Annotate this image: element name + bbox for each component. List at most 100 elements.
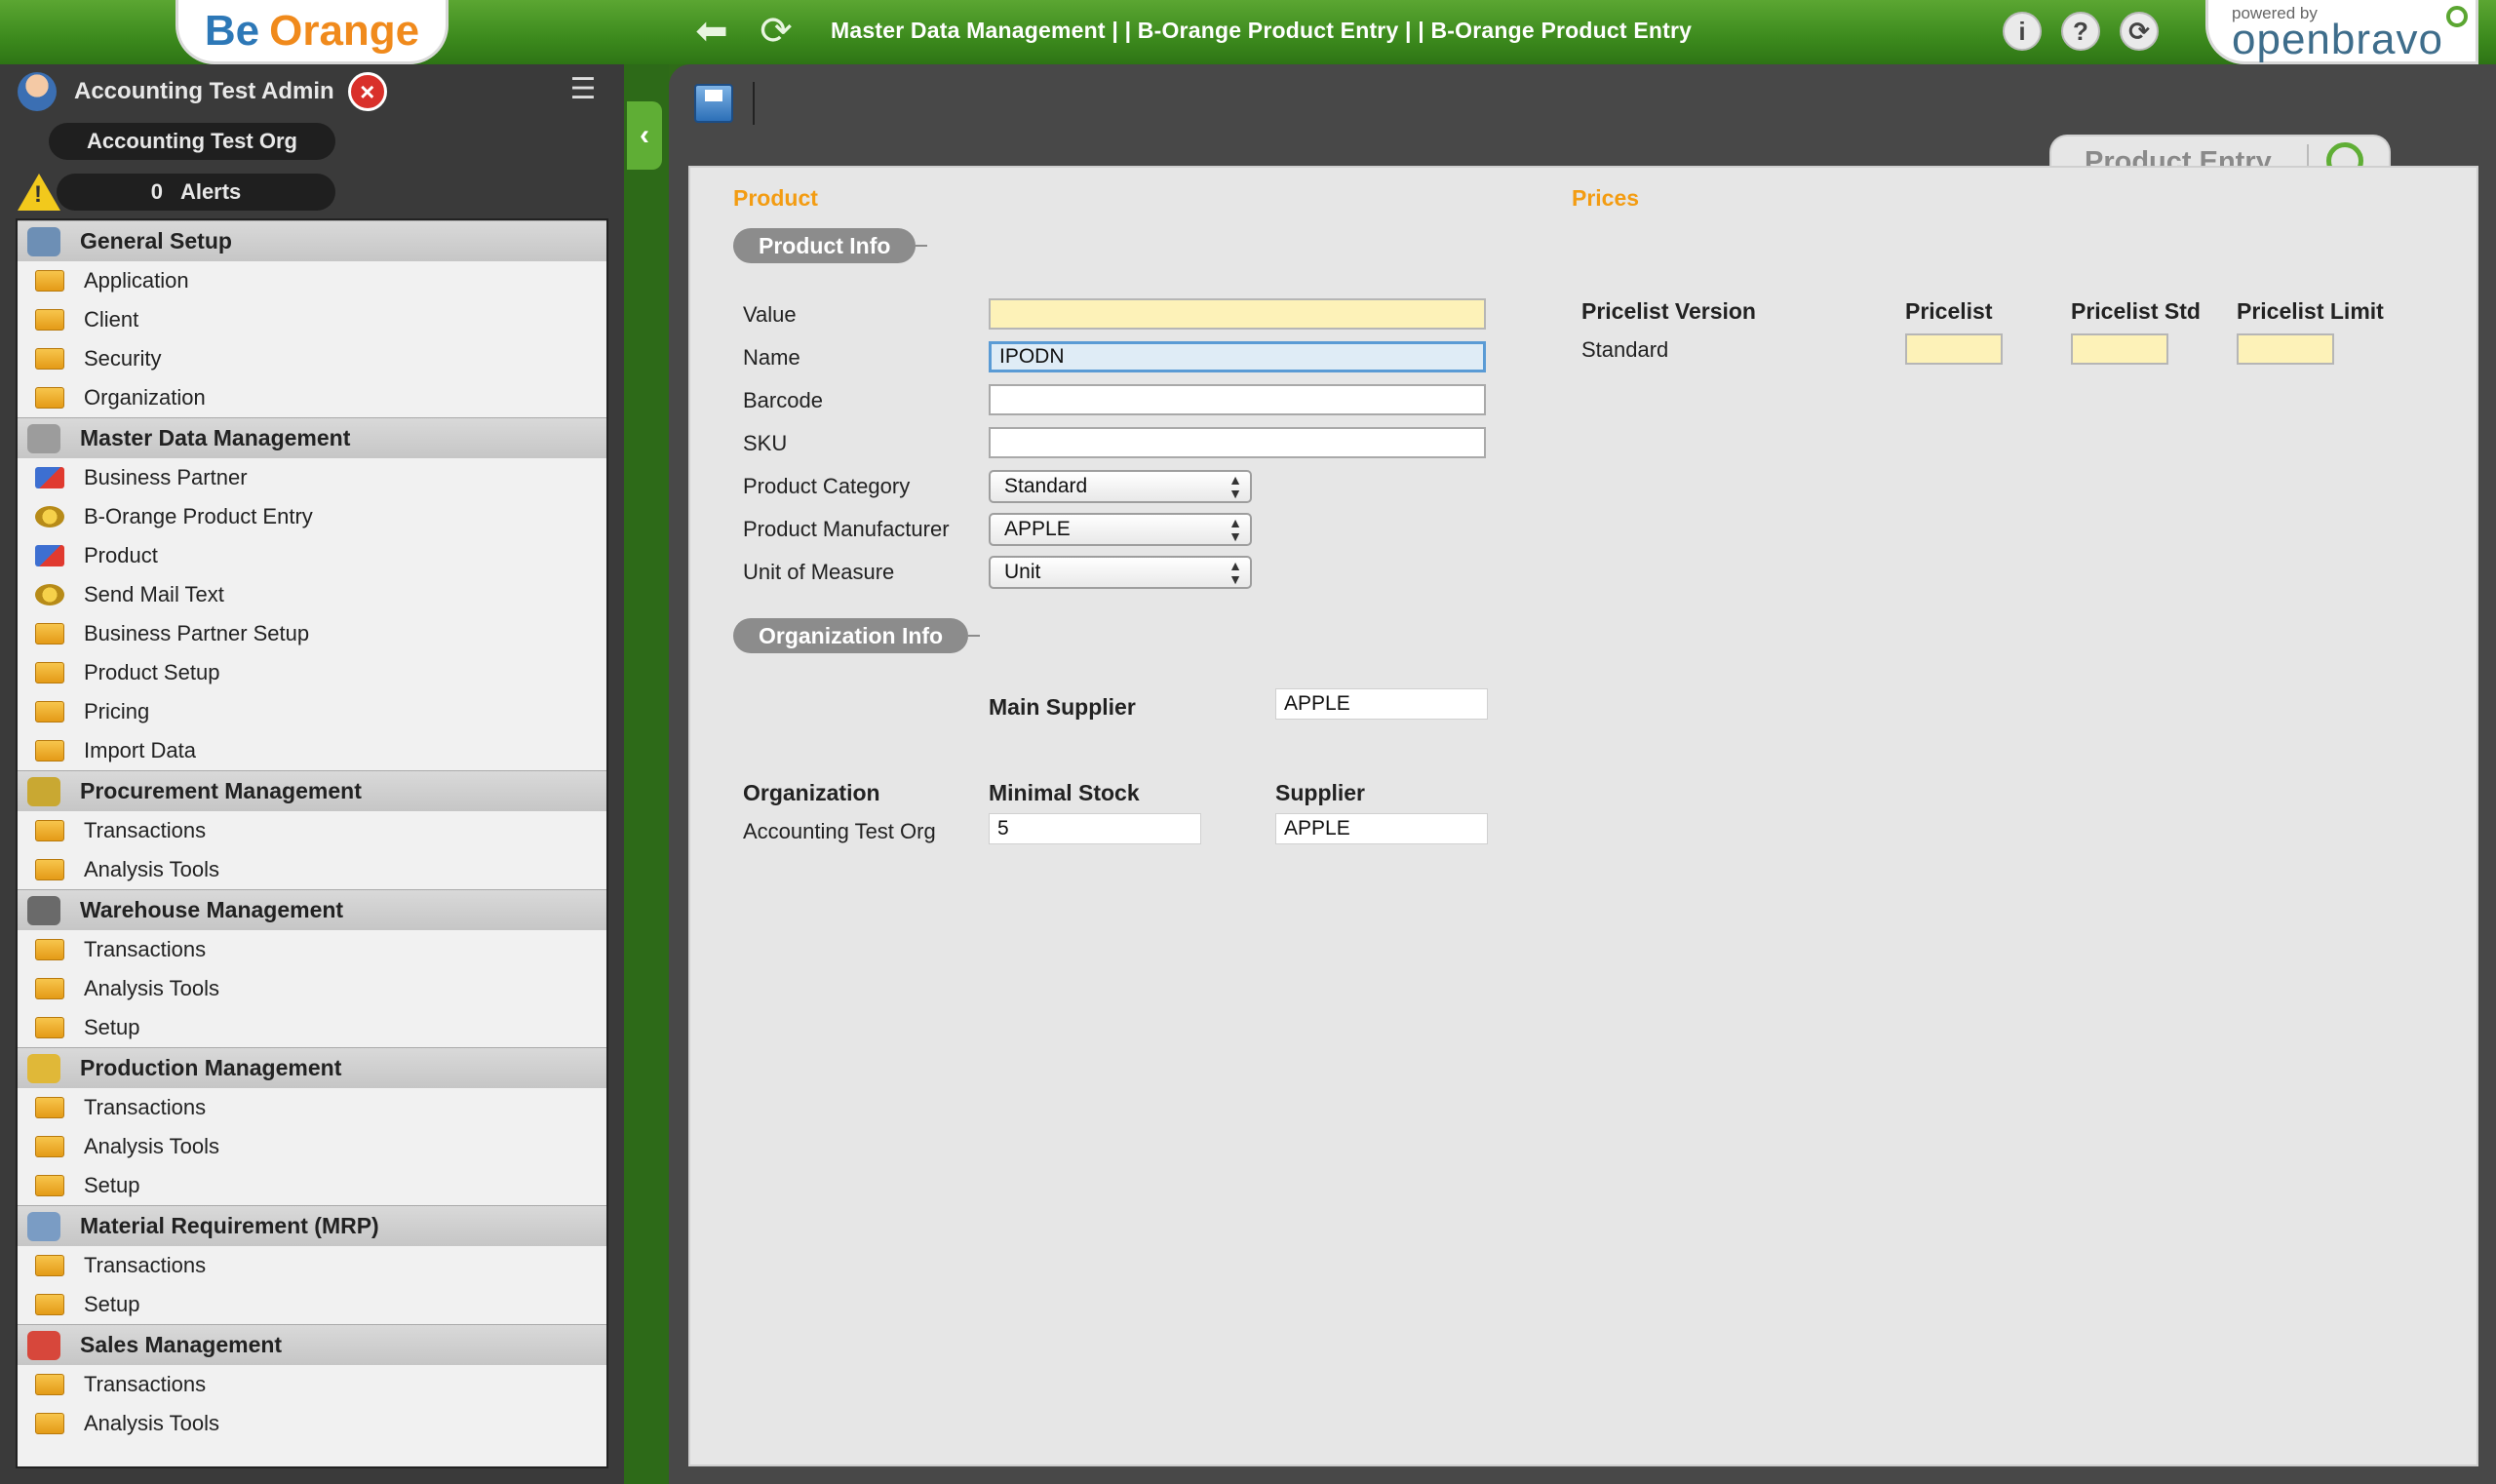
menu-section[interactable]: Warehouse Management [18, 889, 606, 930]
menu-item[interactable]: Analysis Tools [18, 1127, 606, 1166]
menu-item-label: Setup [84, 1173, 140, 1197]
menu-item-label: Product Setup [84, 660, 220, 684]
pricelist-std-input[interactable] [2071, 333, 2168, 365]
menu-item-label: Transactions [84, 1095, 207, 1119]
collapse-panel-chevron-icon[interactable]: ‹ [627, 101, 662, 170]
folder-icon [35, 1294, 64, 1315]
menu-item[interactable]: Security [18, 339, 606, 378]
menu-item[interactable]: Analysis Tools [18, 969, 606, 1008]
pricelist-limit-input[interactable] [2237, 333, 2334, 365]
refresh-application-icon[interactable]: ⟳ [2120, 12, 2159, 51]
folder-icon [35, 939, 64, 960]
back-arrow-icon[interactable]: ⬅ [688, 8, 735, 55]
menu-item[interactable]: Setup [18, 1285, 606, 1324]
folder-icon [35, 859, 64, 880]
menu-item[interactable]: Product [18, 536, 606, 575]
menu-item[interactable]: Business Partner Setup [18, 614, 606, 653]
toolbar-divider [753, 82, 755, 125]
barcode-input[interactable] [989, 384, 1486, 415]
menu-item[interactable]: Analysis Tools [18, 850, 606, 889]
logout-icon[interactable]: × [347, 72, 387, 111]
save-icon[interactable] [694, 84, 733, 123]
menu-item[interactable]: Transactions [18, 1088, 606, 1127]
menu-item[interactable]: Pricing [18, 692, 606, 731]
menu-item[interactable]: Setup [18, 1008, 606, 1047]
menu-item[interactable]: Import Data [18, 731, 606, 770]
collapse-menu-icon[interactable]: ☰ [564, 72, 603, 111]
value-input[interactable] [989, 298, 1486, 330]
folder-icon [35, 348, 64, 370]
product-info-section[interactable]: Product Info [733, 228, 928, 263]
folder-icon [35, 387, 64, 409]
barcode-label: Barcode [743, 388, 823, 412]
product-manufacturer-label: Product Manufacturer [743, 517, 950, 541]
menu-section[interactable]: Material Requirement (MRP) [18, 1205, 606, 1246]
menu-item-label: Pricing [84, 699, 150, 723]
menu-section[interactable]: General Setup [18, 220, 606, 261]
org-pill[interactable]: Accounting Test Org [49, 123, 335, 160]
openbravo-logo[interactable]: powered by openbravo [2205, 0, 2478, 64]
select-arrows-icon: ▲ ▼ [1228, 472, 1242, 501]
name-input[interactable] [989, 341, 1486, 372]
menu-item[interactable]: Transactions [18, 1365, 606, 1404]
folder-icon [35, 820, 64, 841]
menu-item-label: Client [84, 307, 139, 332]
folder-icon [35, 1374, 64, 1395]
organization-value: Accounting Test Org [743, 819, 936, 843]
supplier-input[interactable] [1275, 813, 1488, 844]
pricelist-version-value: Standard [1581, 337, 1669, 362]
menu-item-label: Business Partner Setup [84, 621, 310, 645]
pricelist-input[interactable] [1905, 333, 2003, 365]
menu-item-label: Transactions [84, 1372, 207, 1396]
minimal-stock-input[interactable] [989, 813, 1201, 844]
menu-section[interactable]: Production Management [18, 1047, 606, 1088]
be-orange-logo[interactable]: Be Orange [176, 0, 448, 64]
menu-section-label: Procurement Management [80, 778, 362, 803]
menu-item[interactable]: Application [18, 261, 606, 300]
alerts-pill[interactable]: 0 Alerts [57, 174, 335, 211]
menu-item-label: Analysis Tools [84, 976, 219, 1000]
folder-icon [35, 623, 64, 644]
menu-item[interactable]: Transactions [18, 930, 606, 969]
info-icon[interactable]: i [2003, 12, 2042, 51]
menu-item-label: Business Partner [84, 465, 248, 489]
menu-item-label: Organization [84, 385, 206, 410]
user-name[interactable]: Accounting Test Admin [74, 78, 334, 105]
menu-section-label: Sales Management [80, 1332, 283, 1357]
menu-item[interactable]: Product Setup [18, 653, 606, 692]
alerts-label: Alerts [179, 179, 242, 204]
menu-item[interactable]: Setup [18, 1166, 606, 1205]
folder-icon [35, 662, 64, 683]
menu-item[interactable]: Transactions [18, 1246, 606, 1285]
organization-info-section[interactable]: Organization Info [733, 618, 981, 653]
product-category-select[interactable]: Standard ▲ ▼ [989, 470, 1252, 503]
unit-of-measure-select[interactable]: Unit ▲ ▼ [989, 556, 1252, 589]
menu-item-label: Product [84, 543, 158, 567]
unit-of-measure-value: Unit [1004, 561, 1041, 583]
select-arrows-icon: ▲ ▼ [1228, 515, 1242, 544]
menu-section[interactable]: Procurement Management [18, 770, 606, 811]
select-arrows-icon: ▲ ▼ [1228, 558, 1242, 587]
user-avatar-icon [18, 72, 57, 111]
help-icon[interactable]: ? [2061, 12, 2100, 51]
logo-text-be: Be [204, 6, 260, 55]
refresh-icon[interactable]: ⟳ [753, 8, 800, 55]
menu-section-label: Material Requirement (MRP) [80, 1213, 379, 1238]
menu-item[interactable]: Send Mail Text [18, 575, 606, 614]
top-bar: Be Orange ⬅ ⟳ Master Data Management | |… [0, 0, 2496, 64]
sku-input[interactable] [989, 427, 1486, 458]
splitter[interactable] [624, 64, 669, 1484]
menu-item[interactable]: Analysis Tools [18, 1404, 606, 1443]
main-supplier-input[interactable] [1275, 688, 1488, 720]
menu-item[interactable]: Organization [18, 378, 606, 417]
menu-section[interactable]: Sales Management [18, 1324, 606, 1365]
product-manufacturer-select[interactable]: APPLE ▲ ▼ [989, 513, 1252, 546]
menu-item[interactable]: B-Orange Product Entry [18, 497, 606, 536]
menu-item[interactable]: Client [18, 300, 606, 339]
menu-section-label: General Setup [80, 228, 232, 254]
menu-item[interactable]: Business Partner [18, 458, 606, 497]
menu-item[interactable]: Transactions [18, 811, 606, 850]
folder-icon [35, 978, 64, 999]
menu-section[interactable]: Master Data Management [18, 417, 606, 458]
menu-item-label: Setup [84, 1292, 140, 1316]
